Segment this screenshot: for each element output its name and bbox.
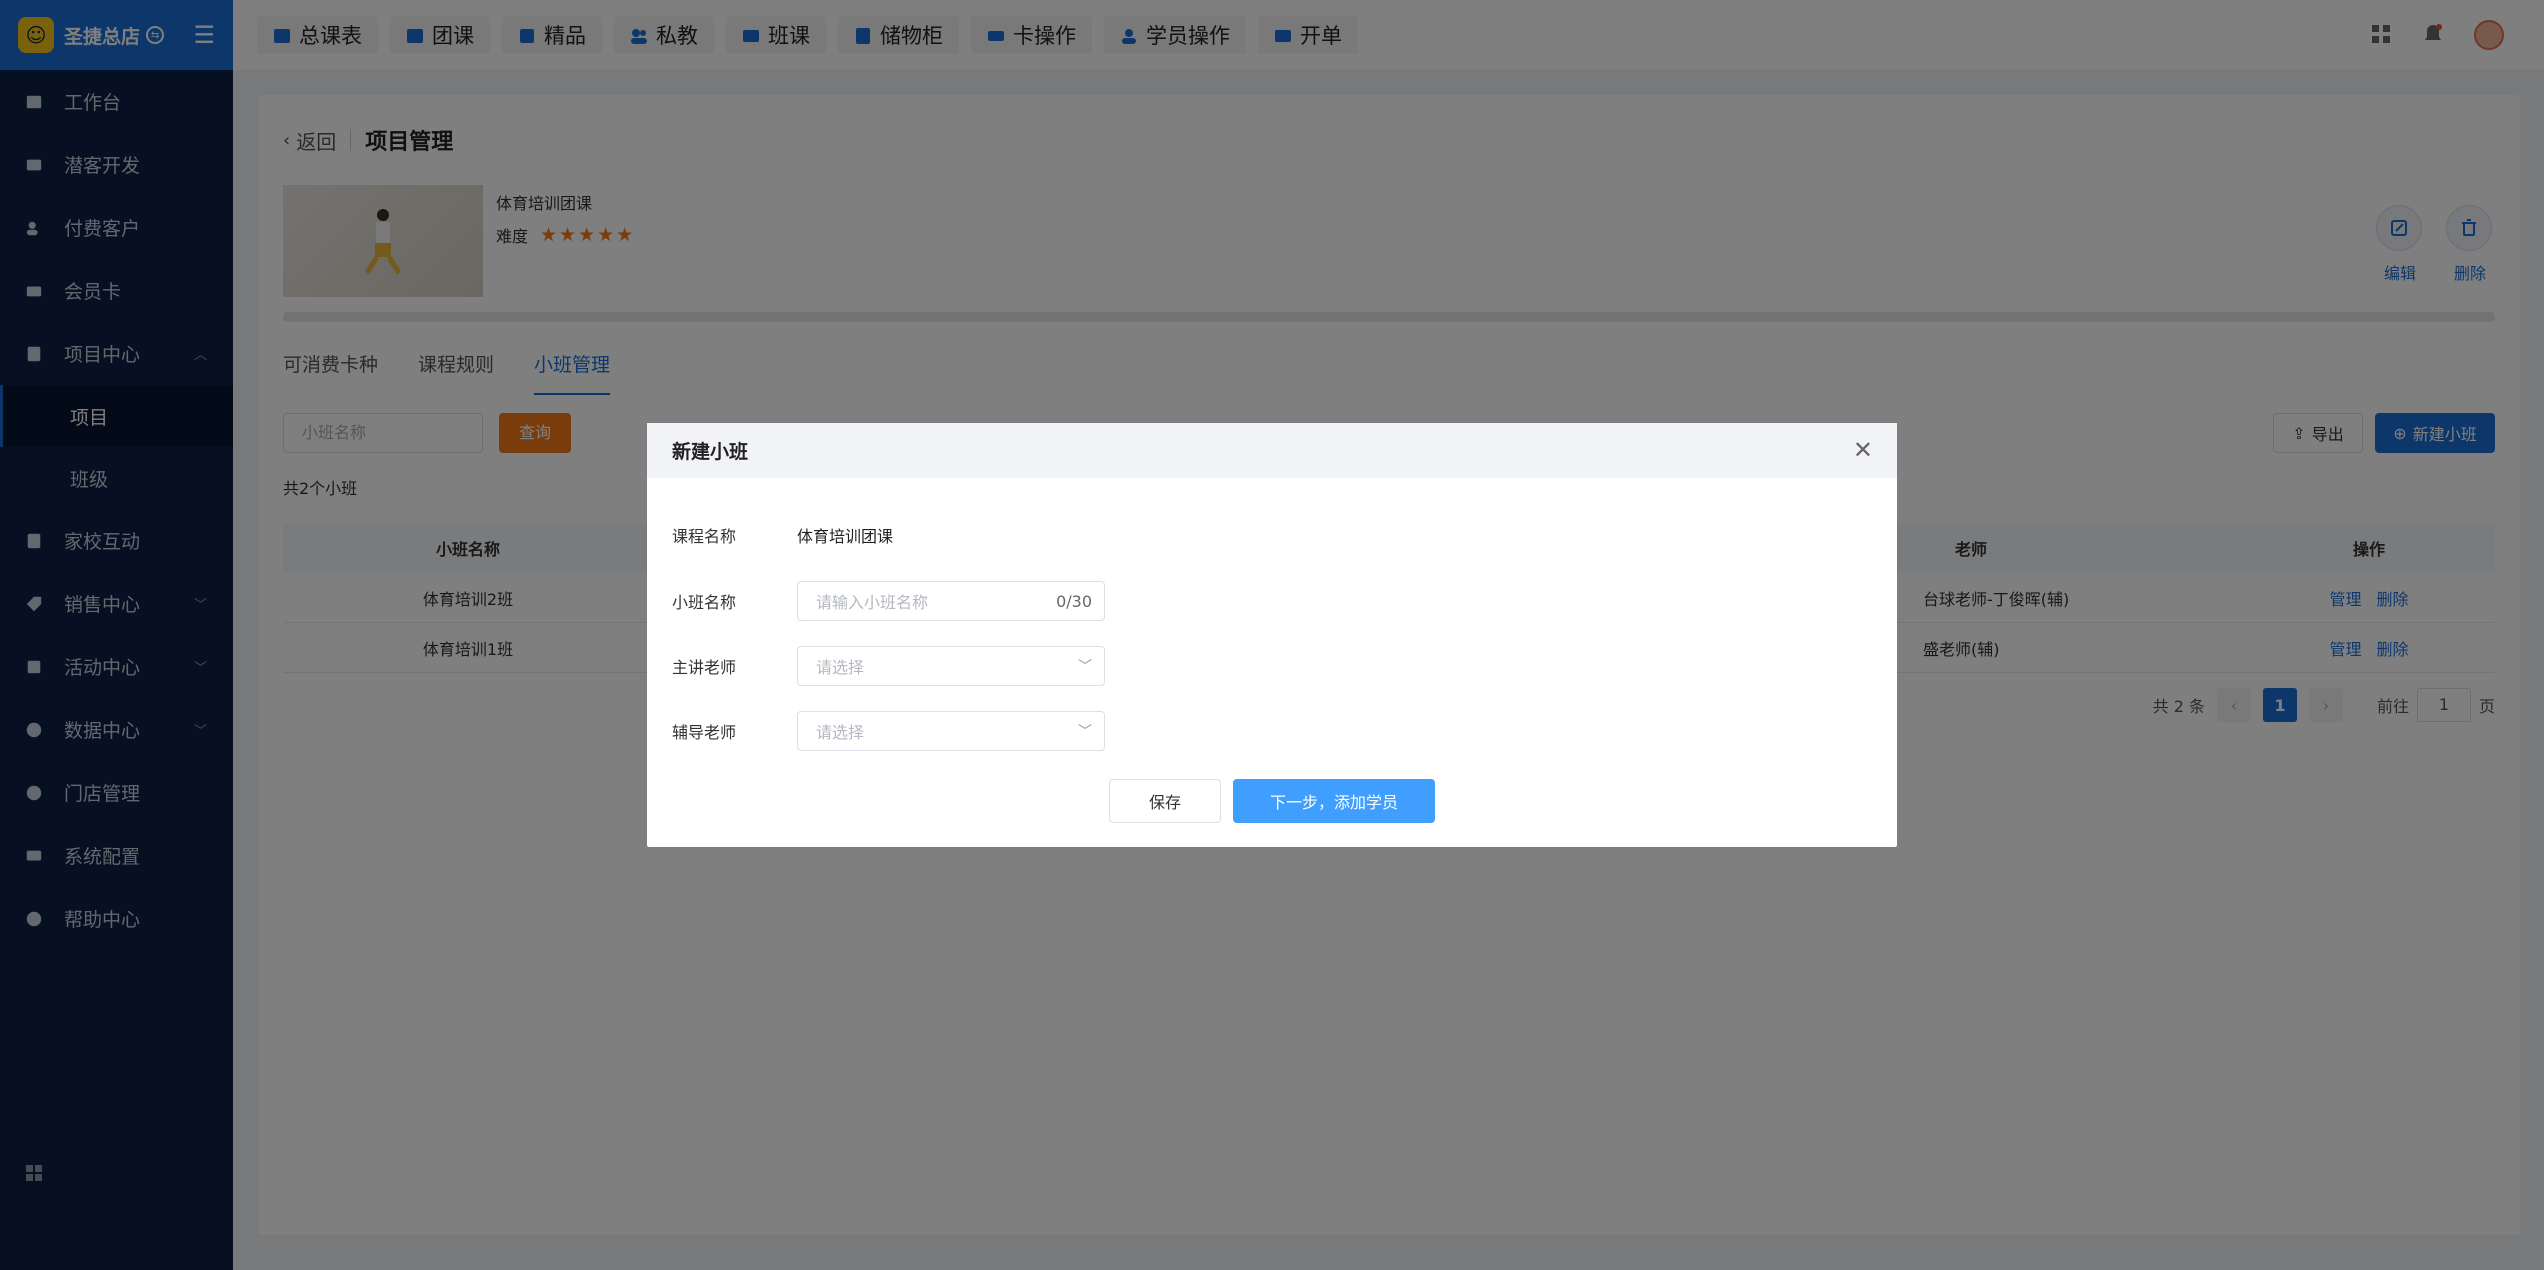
chevron-down-icon: ﹀ bbox=[1078, 724, 1092, 740]
main-teacher-select[interactable]: 请选择 ﹀ bbox=[797, 646, 1105, 686]
class-name-row: 小班名称 请输入小班名称 0/30 bbox=[672, 581, 1105, 621]
assist-teacher-select[interactable]: 请选择 ﹀ bbox=[797, 711, 1105, 751]
class-name-label: 小班名称 bbox=[672, 593, 737, 612]
next-add-students-button[interactable]: 下一步，添加学员 bbox=[1233, 779, 1435, 823]
assist-teacher-placeholder: 请选择 bbox=[816, 723, 865, 742]
class-name-field[interactable]: 请输入小班名称 0/30 bbox=[797, 581, 1105, 621]
course-name-row: 课程名称 体育培训团课 bbox=[672, 515, 893, 555]
app-root: ☺ 圣捷总店 ⇆ ☰ 工作台 潜客开发 付费客户 会员卡 bbox=[0, 0, 2544, 1270]
course-name-label: 课程名称 bbox=[672, 527, 737, 546]
main-teacher-label: 主讲老师 bbox=[672, 658, 737, 677]
chevron-down-icon: ﹀ bbox=[1078, 659, 1092, 675]
save-button[interactable]: 保存 bbox=[1109, 779, 1221, 823]
close-icon[interactable]: ✕ bbox=[1853, 438, 1873, 462]
main-teacher-row: 主讲老师 请选择 ﹀ bbox=[672, 646, 1105, 686]
char-counter: 0/30 bbox=[1056, 591, 1092, 611]
assist-teacher-label: 辅导老师 bbox=[672, 723, 737, 742]
course-name-value: 体育培训团课 bbox=[797, 527, 894, 546]
dialog-title: 新建小班 bbox=[647, 423, 1897, 478]
main-teacher-placeholder: 请选择 bbox=[816, 658, 865, 677]
class-name-placeholder: 请输入小班名称 bbox=[816, 593, 929, 612]
new-class-dialog: 新建小班 ✕ 课程名称 体育培训团课 小班名称 请输入小班名称 0/30 主讲老… bbox=[647, 423, 1897, 847]
assist-teacher-row: 辅导老师 请选择 ﹀ bbox=[672, 711, 1105, 751]
